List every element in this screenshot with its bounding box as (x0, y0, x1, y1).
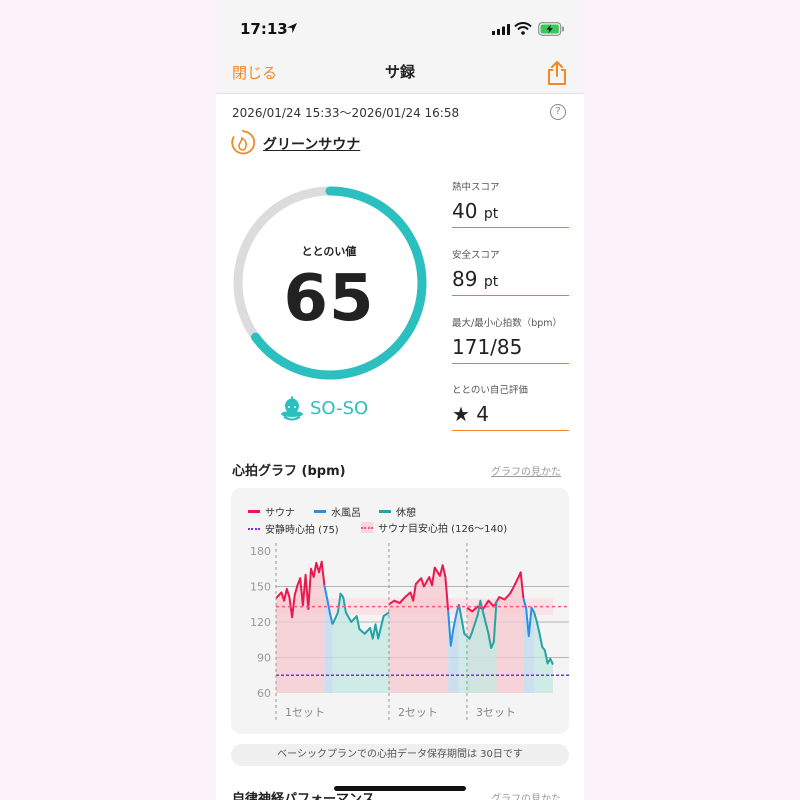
grade-label: SO-SO (310, 398, 369, 419)
y-tick-label: 120 (250, 616, 271, 629)
storage-note: ベーシックプランでの心拍データ保存期間は 30日です (231, 744, 569, 766)
y-tick-label: 60 (257, 687, 271, 700)
wifi-icon (514, 22, 532, 35)
score-label: 最大/最小心拍数（bpm） (452, 318, 563, 329)
cellular-signal-icon (492, 24, 510, 35)
series-area (389, 565, 449, 693)
set-label: 1セット (285, 706, 325, 719)
autonomic-guide-link[interactable]: グラフの見かた (491, 790, 561, 800)
heart-rate-range: 最大/最小心拍数（bpm） 171/85 (452, 315, 569, 364)
score-label: ととのい自己評価 (452, 385, 528, 396)
series-area (448, 604, 459, 693)
y-tick-label: 180 (250, 545, 271, 558)
score-value: 89 pt (452, 267, 569, 295)
score-number: 89 (452, 267, 478, 291)
score-label: 熱中スコア (452, 182, 500, 193)
score-unit: pt (483, 206, 499, 222)
safety-score: 安全スコア 89 pt (452, 247, 569, 296)
battery-charging-icon (538, 22, 564, 36)
score-number: 40 (452, 199, 478, 223)
location-arrow-icon (287, 23, 297, 33)
status-time: 17:13 (240, 20, 288, 38)
set-label: 3セット (476, 706, 516, 719)
graph-guide-link[interactable]: グラフの見かた (491, 463, 561, 478)
navigation-bar: 閉じる サ録 (216, 52, 584, 94)
score-unit: pt (483, 274, 499, 290)
score-label: 安全スコア (452, 250, 500, 261)
set-label: 2セット (398, 706, 438, 719)
sauna-facility-icon (231, 130, 256, 155)
y-tick-label: 90 (257, 652, 271, 665)
share-icon[interactable] (546, 60, 568, 86)
date-range: 2026/01/24 15:33〜2026/01/24 16:58 (232, 106, 460, 120)
status-bar: 17:13 (216, 0, 584, 52)
score-number: 171/85 (452, 335, 523, 359)
heart-rate-chart: 180 150 120 90 60 1セット 2セット 3セット (250, 543, 569, 720)
self-rating: ととのい自己評価 ★ 4 (452, 382, 569, 431)
gauge-label: ととのい値 (301, 245, 357, 258)
score-value: 171/85 (452, 335, 569, 363)
heart-graph-title: 心拍グラフ (bpm) (232, 464, 346, 479)
gauge-value: 65 (283, 262, 375, 336)
help-icon[interactable]: ? (550, 104, 566, 120)
star-rating-value: ★ 4 (452, 402, 490, 426)
bucket-hat-icon (281, 396, 303, 421)
heat-score: 熱中スコア 40 pt (452, 179, 569, 228)
home-indicator (334, 786, 466, 791)
y-tick-label: 150 (250, 581, 271, 594)
score-value: 40 pt (452, 199, 569, 227)
page-title: サ録 (384, 63, 415, 81)
facility-link[interactable]: グリーンサウナ (263, 134, 360, 154)
score-value: ★ 4 (452, 402, 569, 430)
app-screen: 17:13 閉じる サ録 2026/01/24 15:33〜2026/01/24… (216, 0, 584, 800)
